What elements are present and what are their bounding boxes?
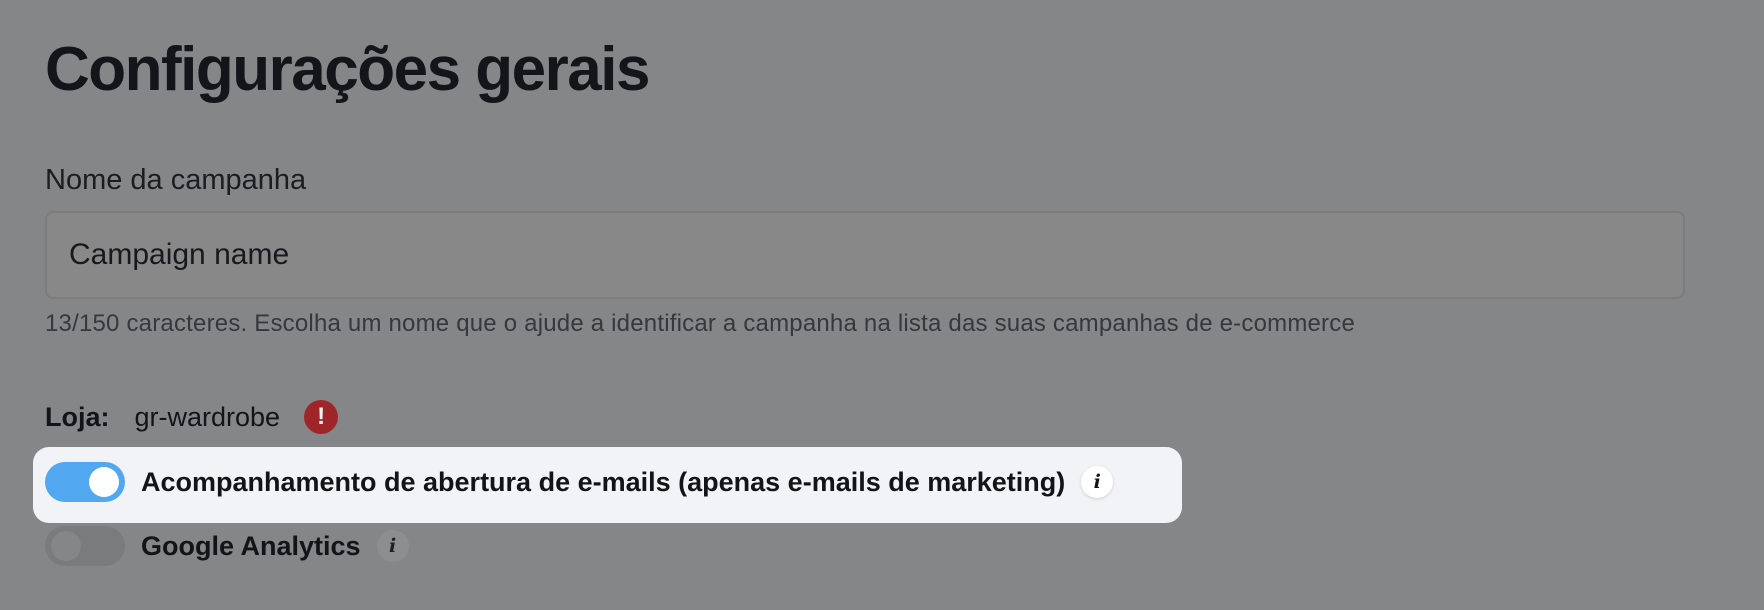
store-row: Loja: gr-wardrobe ! [45,397,339,437]
email-open-tracking-row: Acompanhamento de abertura de e-mails (a… [45,462,1114,502]
store-name: gr-wardrobe [134,401,281,432]
campaign-name-label: Nome da campanha [45,164,307,196]
general-settings-page: Configurações gerais Nome da campanha 13… [0,0,1764,610]
toggle-knob [89,467,119,497]
campaign-name-help-text: 13/150 caracteres. Escolha um nome que o… [45,310,1355,337]
campaign-name-field-container [45,211,1685,299]
google-analytics-row: Google Analytics i [45,526,409,566]
email-open-tracking-label: Acompanhamento de abertura de e-mails (a… [141,466,1066,497]
exclamation-circle-icon[interactable]: ! [304,400,339,434]
page-title: Configurações gerais [45,35,650,104]
store-label: Loja: [45,401,110,432]
info-icon[interactable]: i [376,530,409,562]
toggle-knob [51,531,81,561]
info-icon[interactable]: i [1081,466,1114,498]
google-analytics-label: Google Analytics [141,530,361,561]
google-analytics-toggle[interactable] [45,526,125,566]
campaign-name-input[interactable] [47,213,1683,297]
email-open-tracking-toggle[interactable] [45,462,125,502]
